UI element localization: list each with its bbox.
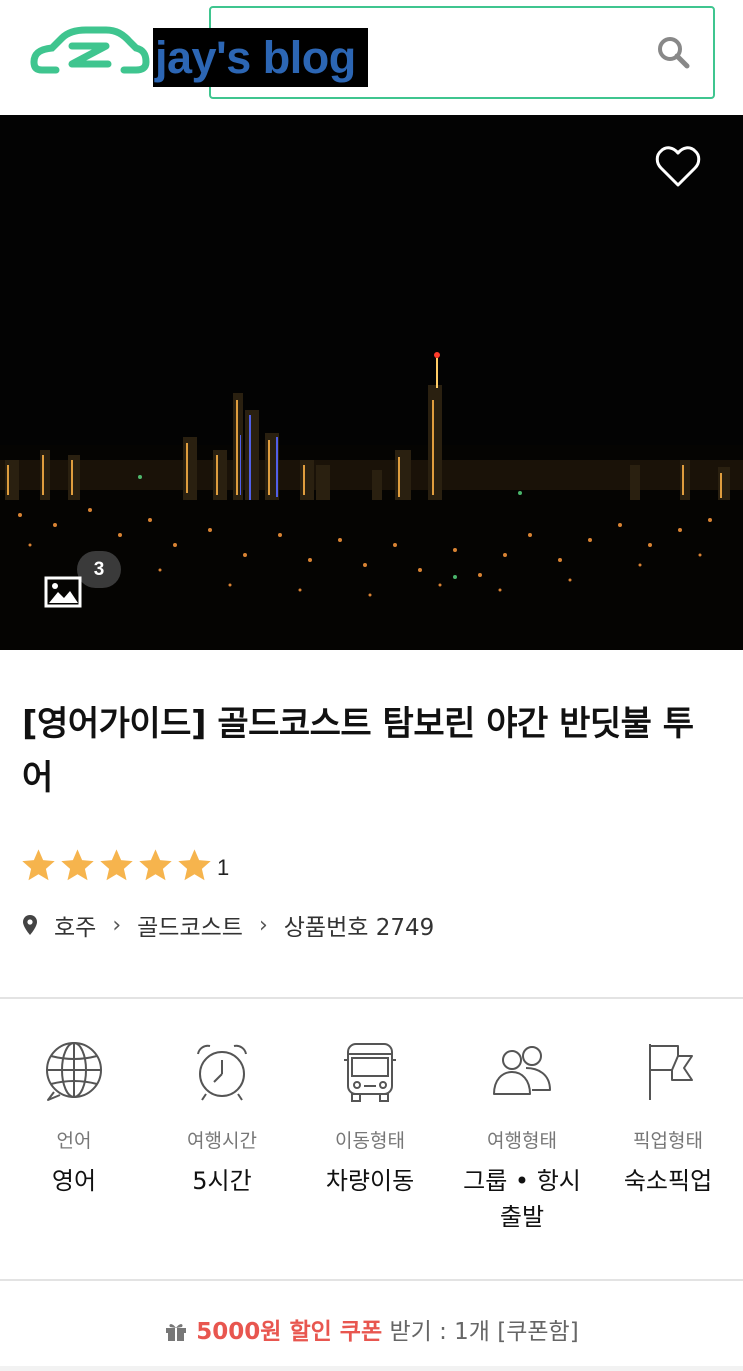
group-icon (493, 1046, 551, 1095)
info-transport: 이동형태 차량이동 (296, 1030, 444, 1199)
chevron-right-icon: › (112, 912, 122, 938)
info-value: 차량이동 (325, 1167, 415, 1195)
product-number: 상품번호 2749 (283, 915, 435, 941)
star-rating: 1 (20, 845, 229, 885)
product-title: [영어가이드] 골드코스트 탐보린 야간 반딧불 투어 (22, 704, 694, 798)
photo-count-badge: 3 (77, 551, 121, 588)
info-value: 영어 (51, 1167, 97, 1195)
info-value: 그룹 • 항시 출발 (463, 1167, 581, 1231)
breadcrumb-city[interactable]: 골드코스트 (137, 908, 243, 942)
info-label: 여행시간 (187, 1130, 257, 1152)
star-icon (178, 848, 211, 880)
gift-icon (166, 1324, 187, 1341)
info-label: 여행형태 (487, 1130, 557, 1152)
star-icon (100, 848, 133, 880)
star-icon (139, 848, 172, 880)
info-label: 픽업형태 (633, 1130, 703, 1152)
location-pin-icon (23, 915, 37, 935)
info-value: 숙소픽업 (623, 1167, 713, 1195)
info-value: 5시간 (192, 1167, 252, 1195)
globe-icon (46, 1042, 102, 1101)
flag-icon (649, 1044, 693, 1100)
divider (0, 997, 743, 999)
star-icon (22, 848, 55, 880)
info-pickup: 픽업형태 숙소픽업 (594, 1030, 742, 1199)
search-icon[interactable] (655, 34, 691, 70)
coupon-download-button[interactable]: 5000원 할인 쿠폰 받기 : 1개 [쿠폰함] (0, 1310, 743, 1355)
info-label: 언어 (56, 1130, 92, 1152)
coupon-highlight: 5000원 할인 쿠폰 (196, 1319, 383, 1345)
blog-watermark: jay's blog (153, 28, 368, 87)
alarm-clock-icon (197, 1044, 247, 1101)
hero-image[interactable]: 3 (0, 115, 743, 650)
heart-icon[interactable] (655, 145, 701, 189)
chevron-right-icon: › (258, 912, 268, 938)
breadcrumb: 호주 › 골드코스트 › 상품번호 2749 (22, 906, 434, 944)
tour-info-grid: 언어 영어 여행시간 5시간 이동형태 차량이동 여행형태 그룹 • 항시 출발… (0, 1030, 743, 1250)
info-language: 언어 영어 (0, 1030, 148, 1199)
divider (0, 1279, 743, 1281)
bottom-edge (0, 1366, 743, 1371)
image-gallery-icon[interactable] (44, 576, 82, 608)
review-count[interactable]: 1 (217, 855, 229, 881)
bus-icon (344, 1043, 396, 1102)
breadcrumb-country[interactable]: 호주 (54, 908, 96, 942)
info-tour-type: 여행형태 그룹 • 항시 출발 (444, 1030, 600, 1235)
star-icon (61, 848, 94, 880)
car-logo-icon[interactable] (28, 22, 150, 80)
header: jay's blog (0, 0, 743, 115)
info-label: 이동형태 (335, 1130, 405, 1152)
coupon-detail: 받기 : 1개 [쿠폰함] (382, 1319, 579, 1345)
info-duration: 여행시간 5시간 (148, 1030, 296, 1199)
